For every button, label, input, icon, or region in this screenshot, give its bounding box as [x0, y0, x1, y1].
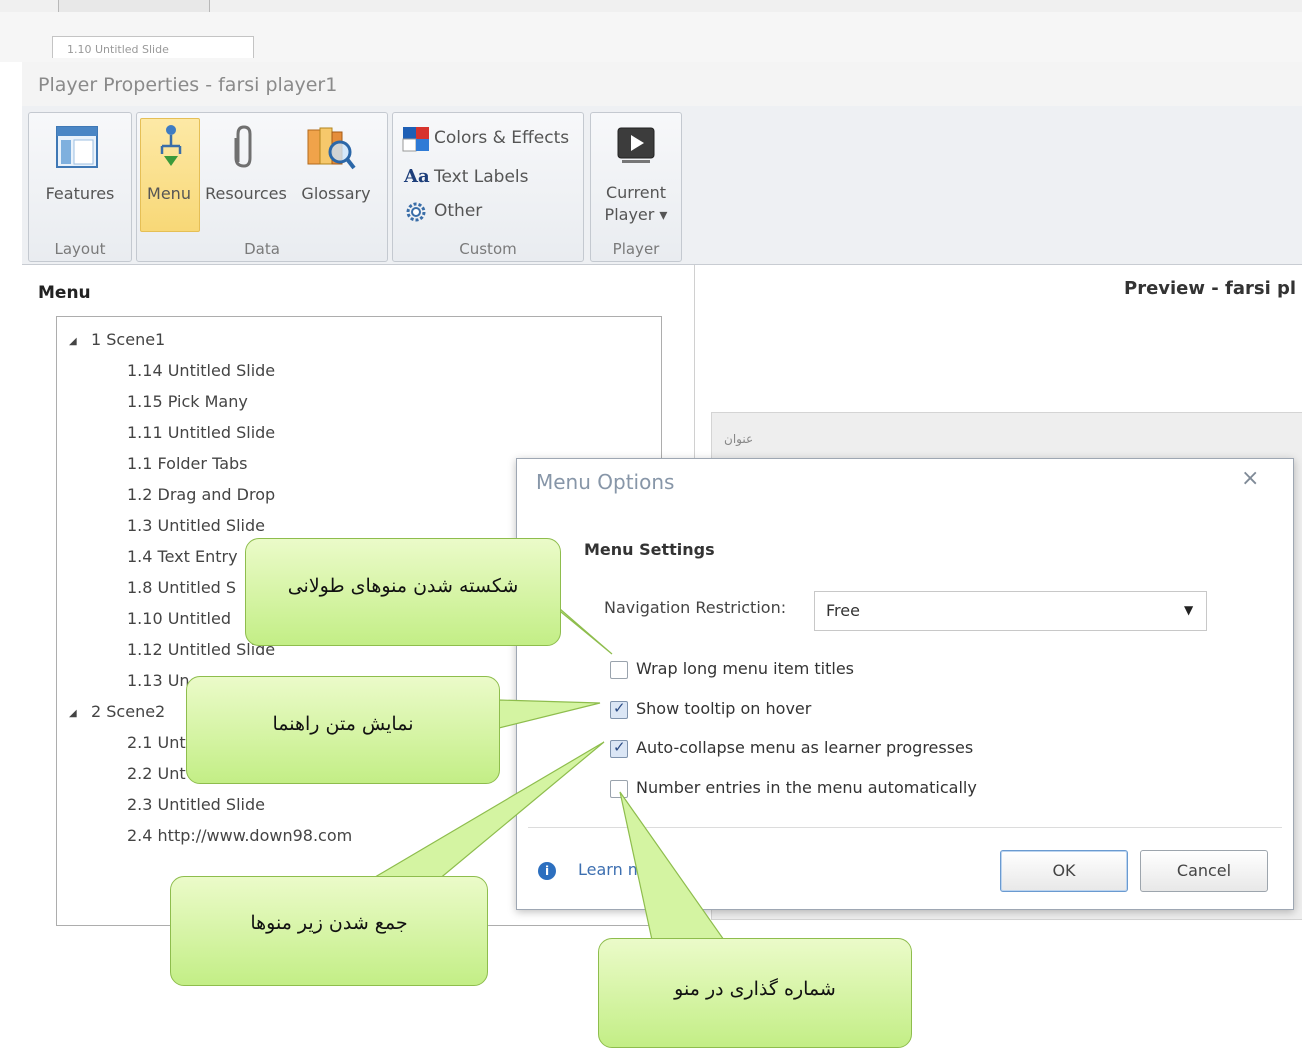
gear-icon: [404, 200, 428, 228]
show-tooltip-checkbox[interactable]: ✓: [610, 699, 628, 719]
dialog-title: Menu Options: [536, 470, 675, 494]
navigation-restriction-value: Free: [826, 601, 860, 620]
current-player-label-2: Player ▾: [604, 205, 668, 224]
callout-show-tooltip: نمایش متن راهنما: [186, 676, 500, 784]
menu-options-dialog: [516, 458, 1294, 910]
tree-item[interactable]: 2.1 Unt: [127, 733, 186, 752]
glossary-icon: [304, 124, 356, 178]
close-icon[interactable]: ×: [1241, 466, 1259, 491]
tree-item[interactable]: 1.14 Untitled Slide: [127, 361, 275, 380]
callout-auto-collapse: جمع شدن زیر منوها: [170, 876, 488, 986]
tree-item[interactable]: 1.3 Untitled Slide: [127, 516, 265, 535]
menu-panel-heading: Menu: [38, 283, 91, 303]
background-slide-tab[interactable]: 1.10 Untitled Slide: [52, 36, 254, 58]
auto-collapse-label[interactable]: Auto-collapse menu as learner progresses: [636, 738, 973, 757]
dropdown-arrow-icon[interactable]: ▼: [1184, 603, 1193, 617]
number-entries-label[interactable]: Number entries in the menu automatically: [636, 778, 977, 797]
ok-button[interactable]: OK: [1000, 850, 1128, 892]
tree-item[interactable]: 1.2 Drag and Drop: [127, 485, 275, 504]
features-button[interactable]: Features: [34, 184, 126, 203]
tree-item[interactable]: 1.11 Untitled Slide: [127, 423, 275, 442]
dialog-separator: [528, 827, 1282, 828]
current-player-label-1: Current: [605, 183, 667, 202]
ribbon-caption-layout: Layout: [54, 240, 106, 258]
color-palette-icon: [402, 126, 430, 156]
paperclip-icon: [230, 124, 258, 174]
player-icon: [616, 126, 656, 170]
preview-content-title: عنوان: [724, 432, 754, 446]
tree-item[interactable]: 1.13 Un: [127, 671, 190, 690]
tree-item[interactable]: 1.4 Text Entry: [127, 547, 238, 566]
wrap-titles-label[interactable]: Wrap long menu item titles: [636, 659, 854, 678]
text-labels-button[interactable]: Text Labels: [434, 167, 529, 187]
ribbon-caption-player: Player: [612, 240, 660, 258]
callout-wrap-titles: شکسته شدن منوهای طولانی: [245, 538, 561, 646]
learn-more-link[interactable]: Learn m...: [578, 860, 659, 879]
cancel-button[interactable]: Cancel: [1140, 850, 1268, 892]
colors-effects-button[interactable]: Colors & Effects: [434, 128, 569, 148]
tree-scene-2[interactable]: 2 Scene2: [91, 702, 165, 721]
tree-item[interactable]: 1.1 Folder Tabs: [127, 454, 247, 473]
navigation-restriction-select[interactable]: [814, 591, 1207, 631]
tree-item[interactable]: 2.4 http://www.down98.com: [127, 826, 352, 845]
collapse-triangle-icon[interactable]: ◢: [69, 336, 77, 347]
navigation-restriction-label: Navigation Restriction:: [604, 598, 787, 617]
tree-scene-1[interactable]: 1 Scene1: [91, 330, 165, 349]
number-entries-checkbox[interactable]: [610, 780, 628, 798]
menu-tree-icon: [154, 124, 188, 172]
menu-button-label: Menu: [147, 184, 191, 203]
tree-item[interactable]: 2.3 Untitled Slide: [127, 795, 265, 814]
info-icon: i: [538, 862, 556, 880]
checkmark-icon: ✓: [613, 738, 626, 756]
tree-item[interactable]: 2.2 Unt: [127, 764, 186, 783]
other-button[interactable]: Other: [434, 201, 482, 221]
resources-button[interactable]: Resources: [200, 184, 292, 203]
window-title: Player Properties - farsi player1: [38, 74, 338, 96]
ribbon-caption-custom: Custom: [459, 240, 517, 258]
wrap-titles-checkbox[interactable]: [610, 661, 628, 679]
current-player-button[interactable]: Current Player ▾: [594, 182, 678, 226]
text-labels-icon: Aa: [404, 166, 430, 187]
auto-collapse-checkbox[interactable]: ✓: [610, 738, 628, 758]
tree-item[interactable]: 1.8 Untitled S: [127, 578, 236, 597]
checkmark-icon: ✓: [613, 699, 626, 717]
menu-settings-heading: Menu Settings: [584, 540, 715, 559]
callout-number-entries: شماره گذاری در منو: [598, 938, 912, 1048]
tree-item[interactable]: 1.15 Pick Many: [127, 392, 248, 411]
features-icon: [56, 126, 98, 172]
ribbon-caption-data: Data: [244, 240, 280, 258]
show-tooltip-label[interactable]: Show tooltip on hover: [636, 699, 811, 718]
preview-title: Preview - farsi pl: [1124, 278, 1297, 299]
tree-item[interactable]: 1.10 Untitled: [127, 609, 231, 628]
collapse-triangle-icon[interactable]: ◢: [69, 708, 77, 719]
glossary-button[interactable]: Glossary: [296, 184, 376, 203]
